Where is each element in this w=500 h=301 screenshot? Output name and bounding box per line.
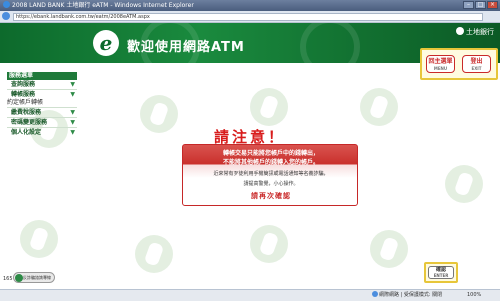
- confirm-panel: 確認 ENTER: [424, 262, 458, 283]
- bank-name: 土地銀行: [466, 28, 494, 36]
- background-motif: [135, 235, 173, 273]
- background-motif: [250, 225, 288, 263]
- chevron-down-icon: ▼: [70, 109, 75, 116]
- ie-icon: [3, 1, 10, 8]
- globe-icon: [372, 291, 378, 297]
- window-title: 2008 LAND BANK 土地銀行 eATM - Windows Inter…: [12, 2, 194, 9]
- main-menu-label: 回主選單: [428, 58, 453, 65]
- address-bar: https://ebank.landbank.com.tw/eatm/2008e…: [0, 11, 500, 23]
- anti-fraud-logo[interactable]: 反詐騙諮詢專線: [13, 272, 55, 283]
- anti-fraud-label: 反詐騙諮詢專線: [23, 275, 51, 280]
- bank-seal-icon: [456, 27, 464, 35]
- logout-button[interactable]: 登出 EXIT: [462, 55, 491, 73]
- sidebar-item-inquiry[interactable]: 查詢服務 ▼: [7, 80, 77, 89]
- security-zone-label: 網際網路 | 受保護模式: 關閉: [379, 292, 443, 298]
- back-icon[interactable]: [2, 12, 10, 20]
- security-zone: 網際網路 | 受保護模式: 關閉: [372, 290, 442, 301]
- close-window-button[interactable]: ×: [487, 1, 498, 9]
- window-titlebar: 2008 LAND BANK 土地銀行 eATM - Windows Inter…: [0, 0, 500, 11]
- sidebar-item-payment[interactable]: 繳費稅服務 ▼: [7, 108, 77, 117]
- bank-logo: 土地銀行: [456, 27, 494, 37]
- sidebar-item-transfer[interactable]: 轉帳服務 ▼: [7, 90, 77, 99]
- logout-sublabel: EXIT: [471, 66, 482, 71]
- notice-line: 轉帳交易只能將您帳戶中的錢轉出，: [222, 150, 319, 157]
- background-motif: [250, 88, 288, 126]
- minimize-button[interactable]: –: [463, 1, 474, 9]
- service-menu-heading: 服務選單: [7, 72, 77, 80]
- sidebar-item-label: 轉帳服務: [11, 91, 36, 98]
- background-motif: [360, 88, 398, 126]
- eatm-logo-icon: e: [93, 30, 119, 56]
- chevron-down-icon: ▼: [70, 91, 75, 98]
- chevron-down-icon: ▼: [70, 81, 75, 88]
- background-motif: [370, 230, 408, 268]
- sidebar-item-label: 查詢服務: [11, 81, 36, 88]
- notice-box: 轉帳交易只能將您帳戶中的錢轉出， 不能將其他帳戶的錢轉入您的帳戶。 近來常有歹徒…: [182, 144, 358, 206]
- anti-fraud-icon: [15, 274, 23, 282]
- maximize-button[interactable]: □: [475, 1, 486, 9]
- header-swirl-decoration: [300, 23, 360, 63]
- sidebar-subitem-designated-transfer[interactable]: 約定帳戶轉帳: [7, 99, 77, 107]
- background-motif: [20, 220, 58, 258]
- browser-statusbar: 網際網路 | 受保護模式: 關閉 100%: [0, 289, 500, 301]
- page-title: 歡迎使用網路ATM: [127, 40, 245, 55]
- background-motif: [445, 165, 483, 203]
- notice-line: 不能將其他帳戶的錢轉入您的帳戶。: [222, 159, 319, 166]
- main-menu-button[interactable]: 回主選單 MENU: [426, 55, 455, 73]
- sidebar-item-label: 繳費稅服務: [11, 109, 42, 116]
- notice-line: 請提高警覺，小心操作。: [243, 181, 299, 187]
- main-menu-sublabel: MENU: [433, 66, 448, 71]
- window-controls: – □ ×: [463, 1, 498, 9]
- zoom-level[interactable]: 100%: [467, 290, 481, 301]
- notice-confirm-prompt: 請再次確認: [251, 192, 291, 200]
- hotline-number: 165: [3, 276, 13, 282]
- confirm-sublabel: ENTER: [433, 273, 449, 278]
- sidebar-item-label: 密碼變更服務: [11, 119, 48, 126]
- url-field[interactable]: https://ebank.landbank.com.tw/eatm/2008e…: [13, 13, 483, 21]
- confirm-button[interactable]: 確認 ENTER: [428, 266, 454, 279]
- logout-label: 登出: [470, 58, 483, 65]
- top-action-panel: 回主選單 MENU 登出 EXIT: [420, 48, 498, 80]
- zoom-label: 100%: [467, 292, 482, 298]
- notice-line: 近來常有歹徒利用手機簡訊或電話通知等名義詐騙，: [213, 171, 329, 177]
